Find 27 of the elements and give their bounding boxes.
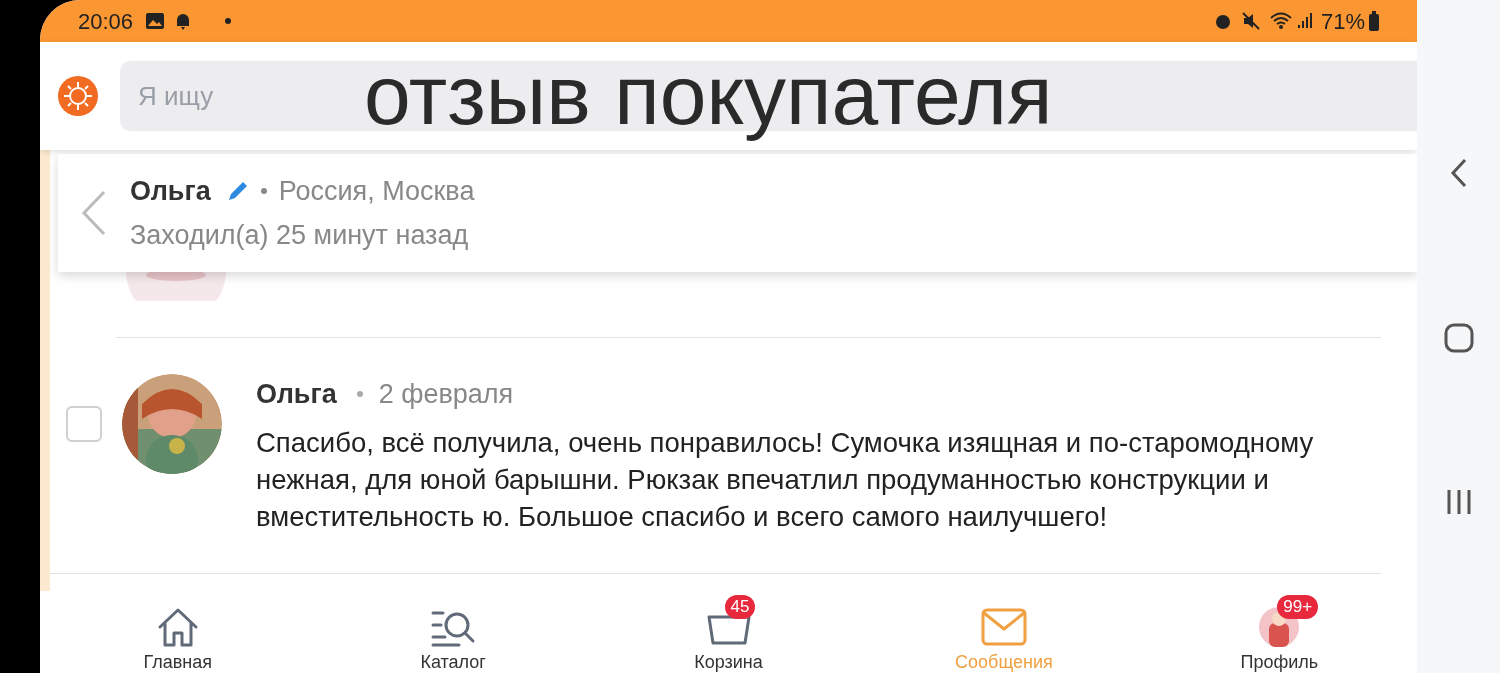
status-time: 20:06: [78, 7, 134, 36]
sun-logo-icon: [58, 76, 98, 116]
nav-tab[interactable]: 99+ Профиль: [1141, 591, 1417, 673]
count-badge: 45: [724, 595, 756, 619]
battery-level: 71%: [1320, 7, 1365, 36]
signal-icon: [1296, 12, 1313, 30]
nav-tab[interactable]: Главная: [40, 591, 316, 673]
message-text: Спасибо, всё получила, очень понравилось! Сумочка изящная и по-старомодному нежная, для юной барышни. Рюкзак впечатлил продуманностью конструкции и вместительность ю. Большое спасибо и всего самого наилучшего!: [256, 426, 1315, 534]
count-badge: 99+: [1277, 595, 1319, 619]
nav-tab[interactable]: Каталог: [315, 591, 591, 673]
image-icon: [145, 12, 166, 30]
home-button-icon[interactable]: [1443, 322, 1474, 353]
recents-icon[interactable]: [1445, 487, 1472, 516]
search-field[interactable]: Я ищу: [120, 61, 320, 131]
wifi-icon: [1268, 11, 1293, 31]
mute-icon: [1240, 11, 1261, 31]
back-icon[interactable]: [1448, 157, 1469, 188]
checkbox[interactable]: [66, 406, 102, 442]
pencil-icon: [226, 179, 249, 202]
contact-location: Россия, Москва: [278, 174, 475, 208]
battery-icon: [1369, 11, 1379, 31]
last-seen-text: Заходил(а) 25 минут назад: [130, 219, 470, 252]
message-date: 2 февраля: [378, 377, 514, 411]
nav-tab[interactable]: 45 Корзина: [590, 591, 867, 673]
message-author: Ольга: [256, 377, 337, 411]
caption-text: отзыв покупателя: [364, 47, 1053, 144]
contact-name: Ольга: [130, 174, 211, 208]
